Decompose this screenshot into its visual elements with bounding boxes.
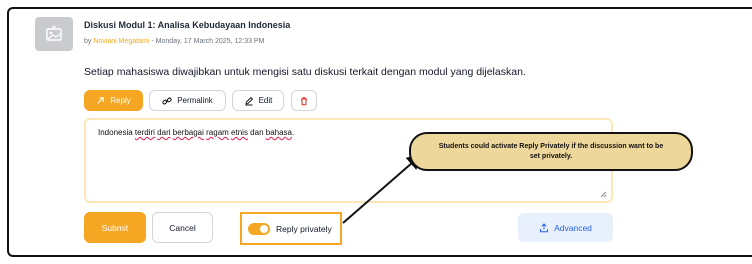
callout-note: Students could activate Reply Privately … xyxy=(409,132,693,171)
callout-text: Students could activate Reply Privately … xyxy=(438,143,664,160)
